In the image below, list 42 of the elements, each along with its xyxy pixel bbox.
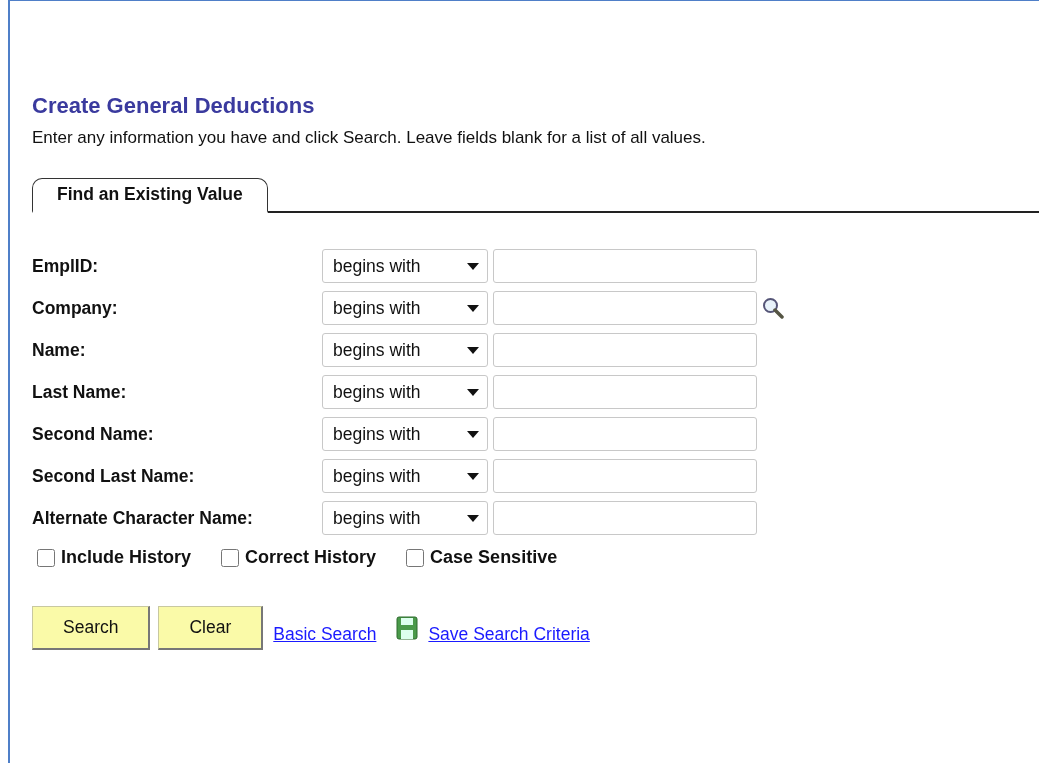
search-icon[interactable] [762,297,784,319]
page-title: Create General Deductions [32,93,316,119]
checkbox[interactable] [406,548,425,567]
dropdown-arrow-icon [467,472,479,480]
tab[interactable]: Find an Existing Value [32,178,268,213]
input-field[interactable] [493,333,757,367]
checkbox-option[interactable]: Correct History [221,547,377,568]
dropdown-arrow-icon [467,262,479,270]
action-button[interactable]: Search [32,606,151,650]
operator-dropdown[interactable]: begins with [322,291,488,325]
dropdown-arrow-icon [467,304,479,312]
input-field[interactable] [493,375,757,409]
field-label: Name: [32,339,87,361]
field-label: Second Name: [32,423,155,445]
dropdown-arrow-icon [467,430,479,438]
dropdown-arrow-icon [467,346,479,354]
field-label: Second Last Name: [32,465,196,487]
dropdown-arrow-icon [467,388,479,396]
dropdown-arrow-icon [467,514,479,522]
operator-dropdown[interactable]: begins with [322,417,488,451]
field-label: Last Name: [32,381,128,403]
link[interactable]: Save Search Criteria [428,623,590,645]
field-label: Alternate Character Name: [32,507,254,529]
action-button[interactable]: Clear [158,606,264,650]
operator-dropdown[interactable]: begins with [322,333,488,367]
field-label: Company: [32,297,119,319]
link[interactable]: Basic Search [273,623,377,645]
input-field[interactable] [493,249,757,283]
operator-dropdown[interactable]: begins with [322,249,488,283]
checkbox[interactable] [37,548,55,567]
operator-dropdown[interactable]: begins with [322,375,488,409]
checkbox-option[interactable]: Include History [37,547,192,568]
operator-dropdown[interactable]: begins with [322,501,488,535]
checkbox-option[interactable]: Case Sensitive [406,547,558,568]
instructions-text: Enter any information you have and click Search. Leave fields blank for a list of all values. [32,128,707,148]
input-field[interactable] [493,459,757,493]
field-label: EmplID: [32,255,100,277]
operator-dropdown[interactable]: begins with [322,459,488,493]
checkbox[interactable] [221,548,240,567]
input-field[interactable] [493,501,757,535]
input-field[interactable] [493,417,757,451]
input-field[interactable] [493,291,757,325]
